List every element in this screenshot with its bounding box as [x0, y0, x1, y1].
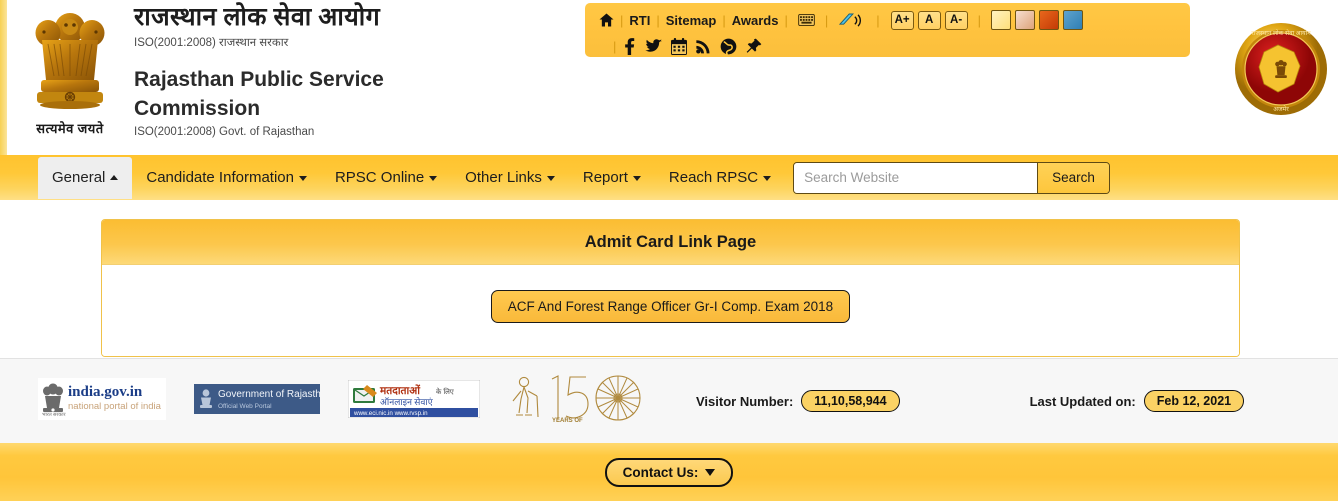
nav-item-general[interactable]: General — [38, 156, 133, 199]
separator: | — [620, 12, 624, 28]
site-title-block: राजस्थान लोक सेवा आयोग ISO(2001:2008) रा… — [134, 0, 464, 138]
facebook-icon[interactable] — [624, 37, 635, 55]
page-title: Rajasthan Public Service Commission — [134, 68, 384, 120]
chevron-down-icon — [429, 175, 438, 181]
government-of-rajasthan-logo[interactable]: Government of Rajasthan Official Web Por… — [194, 383, 332, 419]
theme-swatch-yellow[interactable] — [991, 10, 1011, 30]
font-size-controls: A+ A A- — [890, 10, 972, 30]
nav-item-rpsc-online[interactable]: RPSC Online — [321, 158, 451, 197]
svg-text:national portal of india: national portal of india — [68, 401, 162, 412]
font-increase-button[interactable]: A+ — [890, 10, 914, 30]
emblem-caption: सत्यमेव जयते — [36, 121, 104, 136]
chevron-down-icon — [705, 468, 716, 476]
nav-item-report[interactable]: Report — [569, 158, 655, 197]
last-updated-value: Feb 12, 2021 — [1143, 390, 1245, 412]
left-gold-strip — [0, 0, 7, 155]
utility-toolbar-row-2: | — [599, 35, 1190, 57]
separator: | — [656, 12, 660, 28]
bottom-bar: Contact Us: — [0, 443, 1338, 501]
nav-item-other-links-label: Other Links — [465, 169, 542, 186]
rpsc-circular-seal-icon: राजस्थान लोक सेवा आयोग अजमेर — [1234, 22, 1328, 116]
last-updated: Last Updated on: Feb 12, 2021 — [1030, 390, 1245, 412]
nav-item-report-label: Report — [582, 169, 628, 186]
utility-toolbar: | RTI | Sitemap | Awards | | | A+ A A- |… — [585, 3, 1190, 57]
visitor-number-value: 11,10,58,944 — [801, 390, 900, 412]
separator: | — [824, 12, 829, 28]
awards-link[interactable]: Awards — [732, 13, 779, 28]
nav-item-rpsc-online-label: RPSC Online — [334, 169, 425, 186]
sitemap-link[interactable]: Sitemap — [666, 13, 717, 28]
nav-item-candidate-information-label: Candidate Information — [146, 169, 294, 186]
theme-swatch-peach[interactable] — [1015, 10, 1035, 30]
utility-toolbar-row-1: | RTI | Sitemap | Awards | | | A+ A A- | — [599, 9, 1190, 31]
chevron-down-icon — [632, 175, 641, 181]
separator: | — [722, 12, 726, 28]
india-gov-in-logo[interactable]: india.gov.in national portal of india भा… — [38, 377, 166, 425]
nav-item-reach-rpsc-label: Reach RPSC — [668, 169, 759, 186]
globe-icon[interactable] — [720, 38, 737, 55]
separator: | — [876, 12, 880, 28]
panel-title: Admit Card Link Page — [102, 220, 1239, 264]
hindi-title: राजस्थान लोक सेवा आयोग — [134, 4, 381, 31]
font-decrease-button[interactable]: A- — [944, 10, 968, 30]
separator: | — [784, 12, 788, 28]
contact-us-label: Contact Us: — [622, 464, 699, 480]
svg-text:india.gov.in: india.gov.in — [68, 384, 143, 400]
last-updated-label: Last Updated on: — [1029, 393, 1136, 409]
nav-item-reach-rpsc[interactable]: Reach RPSC — [655, 158, 785, 197]
footer-bar: india.gov.in national portal of india भा… — [0, 358, 1338, 443]
nav-item-other-links[interactable]: Other Links — [451, 158, 569, 197]
admit-card-link-acf-forest-range-officer[interactable]: ACF And Forest Range Officer Gr-I Comp. … — [490, 290, 851, 323]
rpsc-website-page: सत्यमेव जयते राजस्थान लोक सेवा आयोग ISO(… — [0, 0, 1338, 501]
svg-text:Government of Rajasthan: Government of Rajasthan — [218, 389, 320, 400]
rti-link[interactable]: RTI — [629, 13, 650, 28]
svg-text:www.eci.nic.in www.rvsp.in: www.eci.nic.in www.rvsp.in — [353, 410, 428, 417]
theme-swatch-orange[interactable] — [1039, 10, 1059, 30]
svg-text:राजस्थान लोक सेवा आयोग: राजस्थान लोक सेवा आयोग — [1251, 29, 1311, 37]
footer-logos: india.gov.in national portal of india भा… — [0, 373, 648, 431]
theme-swatches — [991, 10, 1087, 30]
svg-text:ऑनलाइन सेवाएं: ऑनलाइन सेवाएं — [380, 396, 434, 407]
admit-card-panel: Admit Card Link Page ACF And Forest Rang… — [101, 219, 1240, 357]
svg-text:के लिए: के लिए — [436, 387, 454, 396]
svg-text:अजमेर: अजमेर — [1273, 105, 1289, 113]
contact-us-button[interactable]: Contact Us: — [604, 457, 734, 487]
svg-text:मतदाताओं: मतदाताओं — [379, 384, 421, 397]
calendar-icon[interactable] — [671, 37, 688, 55]
search-form: Search — [793, 161, 1110, 194]
panel-body: ACF And Forest Range Officer Gr-I Comp. … — [102, 264, 1239, 356]
theme-swatch-blue[interactable] — [1063, 10, 1083, 30]
nav-item-candidate-information[interactable]: Candidate Information — [132, 158, 321, 197]
main-navigation: General Candidate Information RPSC Onlin… — [0, 155, 1338, 200]
main-content: Admit Card Link Page ACF And Forest Rang… — [0, 200, 1338, 358]
keyboard-icon[interactable] — [798, 14, 815, 26]
mahatma-gandhi-150-logo[interactable]: YEARS OF CELEBRATING — [508, 373, 648, 431]
ashoka-lion-capital-emblem-icon — [22, 6, 118, 118]
chevron-down-icon — [546, 175, 555, 181]
separator: | — [977, 12, 981, 28]
svg-text:भारत सरकार: भारत सरकार — [42, 412, 67, 418]
chevron-down-icon — [298, 175, 307, 181]
screen-reader-icon[interactable] — [839, 13, 865, 28]
search-button[interactable]: Search — [1037, 162, 1109, 193]
nav-item-general-label: General — [52, 168, 106, 186]
svg-text:YEARS OF: YEARS OF — [552, 418, 583, 424]
chevron-down-icon — [763, 175, 772, 181]
visitor-counter: Visitor Number: 11,10,58,944 — [696, 390, 900, 412]
hindi-subtitle: ISO(2001:2008) राजस्थान सरकार — [134, 37, 289, 50]
site-header: सत्यमेव जयते राजस्थान लोक सेवा आयोग ISO(… — [0, 0, 1338, 155]
separator: | — [613, 38, 617, 54]
voter-services-logo[interactable]: मतदाताओं के लिए ऑनलाइन सेवाएं www.eci.ni… — [347, 379, 481, 423]
svg-text:Official Web Portal: Official Web Portal — [218, 403, 272, 410]
font-normal-button[interactable]: A — [917, 10, 941, 30]
home-icon[interactable] — [599, 13, 614, 27]
visitor-number-label: Visitor Number: — [696, 393, 794, 409]
search-input[interactable] — [794, 162, 1038, 193]
english-subtitle: ISO(2001:2008) Govt. of Rajasthan — [134, 125, 315, 138]
national-emblem-block: सत्यमेव जयते — [22, 6, 118, 146]
rss-icon[interactable] — [696, 38, 711, 54]
chevron-up-icon — [110, 175, 119, 181]
pin-icon[interactable] — [746, 38, 762, 54]
twitter-icon[interactable] — [644, 38, 663, 54]
